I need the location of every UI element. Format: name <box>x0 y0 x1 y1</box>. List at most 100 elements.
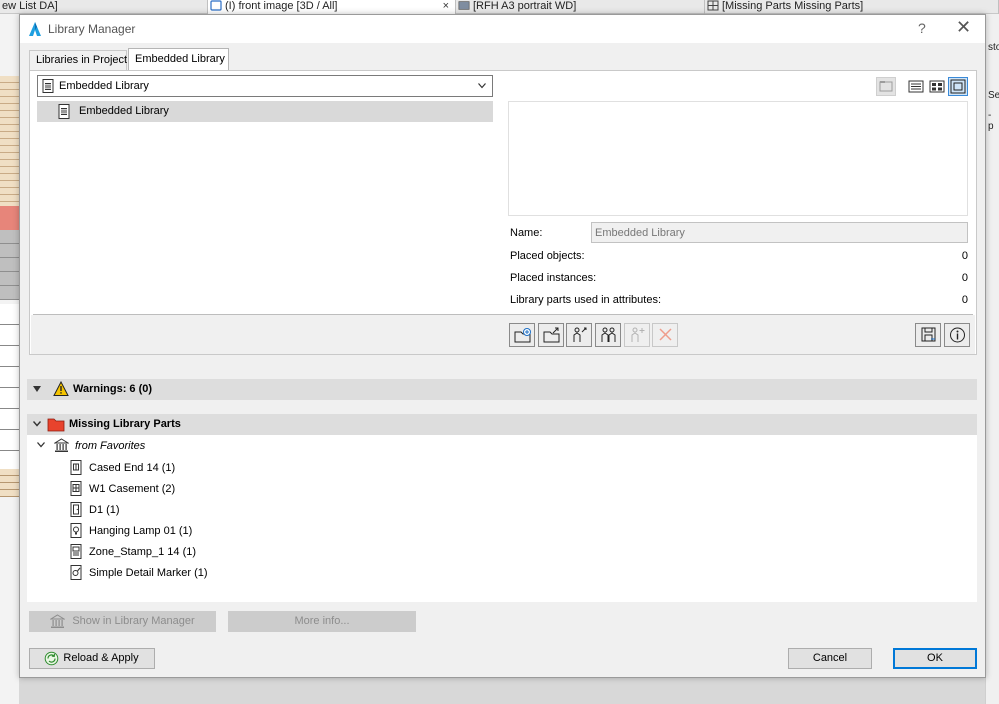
move-object-button[interactable] <box>566 323 592 347</box>
help-button[interactable]: ? <box>918 20 926 36</box>
library-tree: Embedded Library <box>37 101 493 309</box>
close-tab-icon[interactable]: × <box>443 0 449 13</box>
marker-icon <box>70 565 82 580</box>
missing-part-label: Zone_Stamp_1 14 (1) <box>89 546 197 558</box>
background-tab-missing-parts[interactable]: [Missing Parts Missing Parts] <box>705 0 999 14</box>
show-in-library-manager-button[interactable]: Show in Library Manager <box>29 611 216 632</box>
grid-view-icon <box>929 80 945 93</box>
save-library-button[interactable] <box>915 323 941 347</box>
lamp-icon <box>70 523 82 538</box>
missing-parts-list: from Favorites Cased End 14 (1) W1 Casem… <box>27 435 977 602</box>
background-label: Sec <box>988 90 999 101</box>
ok-button[interactable]: OK <box>893 648 977 669</box>
expand-arrow-icon <box>33 421 41 427</box>
background-drawing-stripe <box>0 304 19 474</box>
tab-embedded-library[interactable]: Embedded Library <box>128 48 229 71</box>
object-add-icon <box>631 327 645 342</box>
object-figure-icon <box>573 327 587 342</box>
list-view-button[interactable] <box>906 77 926 96</box>
background-label: sto <box>988 42 999 53</box>
add-library-button[interactable] <box>509 323 535 347</box>
missing-folder-icon <box>47 418 65 432</box>
library-select[interactable]: Embedded Library <box>37 75 493 97</box>
placed-instances-value: 0 <box>961 272 968 284</box>
warnings-label: Warnings: 6 (0) <box>73 383 153 395</box>
background-drawing-stripe <box>0 76 19 206</box>
folder-add-icon <box>514 328 531 343</box>
name-label: Name: <box>510 227 543 239</box>
library-building-icon <box>54 438 69 452</box>
background-drawing-stripe <box>0 230 19 300</box>
library-select-value: Embedded Library <box>59 80 149 92</box>
save-icon <box>921 327 936 342</box>
tree-item-embedded-library[interactable]: Embedded Library <box>37 101 493 122</box>
missing-group-label: from Favorites <box>75 440 146 452</box>
window-icon <box>70 481 82 496</box>
missing-part-label: W1 Casement (2) <box>89 483 176 495</box>
expand-arrow-icon <box>33 386 41 392</box>
tree-item-label: Embedded Library <box>79 105 169 117</box>
library-toolbar <box>31 315 975 354</box>
preview-view-icon <box>950 79 966 94</box>
embedded-library-icon <box>42 79 54 93</box>
warning-icon <box>53 381 69 396</box>
door-icon <box>70 502 82 517</box>
parts-in-attributes-label: Library parts used in attributes: <box>510 294 662 306</box>
reload-apply-label: Reload & Apply <box>63 652 139 664</box>
background-tab-strip: ew List DA] (I) front image [3D / All] ×… <box>0 0 999 14</box>
missing-part-label: Hanging Lamp 01 (1) <box>89 525 193 537</box>
name-field[interactable]: Embedded Library <box>591 222 968 243</box>
info-button[interactable] <box>944 323 970 347</box>
duplicate-objects-button[interactable] <box>595 323 621 347</box>
3d-window-icon <box>210 0 222 11</box>
close-dialog-button[interactable]: ✕ <box>956 17 971 38</box>
placed-objects-label: Placed objects: <box>510 250 585 262</box>
folder-export-icon <box>543 327 560 343</box>
missing-part-label: Simple Detail Marker (1) <box>89 567 208 579</box>
chevron-down-icon <box>37 442 45 448</box>
grid-view-button[interactable] <box>927 77 947 96</box>
folder-icon <box>879 81 893 92</box>
background-tab-label: (I) front image [3D / All] <box>225 0 338 12</box>
background-left-panel <box>0 14 19 704</box>
info-icon <box>950 327 965 343</box>
reload-apply-button[interactable]: Reload & Apply <box>29 648 155 669</box>
background-right-panel: sto Sec - p <box>985 14 999 704</box>
library-building-icon <box>50 614 65 628</box>
background-tab-label: [RFH A3 portrait WD] <box>473 0 577 12</box>
tab-libraries-in-project[interactable]: Libraries in Project <box>29 50 127 70</box>
objects-figure-icon <box>601 327 616 342</box>
archicad-logo-icon <box>29 22 41 36</box>
background-tab-label: ew List DA] <box>2 0 58 12</box>
folder-view-button[interactable] <box>876 77 896 96</box>
background-tab-layout[interactable]: [RFH A3 portrait WD] <box>456 0 705 14</box>
missing-parts-section-header[interactable]: Missing Library Parts <box>27 414 977 435</box>
background-drawing-stripe <box>0 206 19 230</box>
missing-part-label: Cased End 14 (1) <box>89 462 176 474</box>
placed-instances-label: Placed instances: <box>510 272 597 284</box>
background-label: - p <box>988 110 994 132</box>
add-object-button[interactable] <box>624 323 650 347</box>
dialog-title: Library Manager <box>48 22 136 36</box>
background-tab-view-list[interactable]: ew List DA] <box>0 0 208 14</box>
missing-part-label: D1 (1) <box>89 504 120 516</box>
delete-x-icon <box>659 328 672 341</box>
layout-icon <box>458 1 470 10</box>
dialog-titlebar[interactable]: Library Manager ? ✕ <box>20 15 985 43</box>
delete-button[interactable] <box>652 323 678 347</box>
more-info-button[interactable]: More info... <box>228 611 416 632</box>
embedded-library-page: Embedded Library Embedded Library Name: … <box>29 70 977 355</box>
warnings-section-header[interactable]: Warnings: 6 (0) <box>27 379 977 400</box>
preview-view-button[interactable] <box>948 77 968 96</box>
cancel-button[interactable]: Cancel <box>788 648 872 669</box>
placed-objects-value: 0 <box>961 250 968 262</box>
parts-in-attributes-value: 0 <box>961 294 968 306</box>
missing-parts-label: Missing Library Parts <box>69 418 181 430</box>
list-view-icon <box>908 80 924 93</box>
embedded-library-icon <box>58 104 70 119</box>
export-library-button[interactable] <box>538 323 564 347</box>
show-in-library-manager-label: Show in Library Manager <box>72 615 195 627</box>
background-drawing-stripe <box>0 469 19 497</box>
background-tab-label: [Missing Parts Missing Parts] <box>722 0 864 12</box>
background-tab-front-image[interactable]: (I) front image [3D / All] × <box>208 0 456 14</box>
